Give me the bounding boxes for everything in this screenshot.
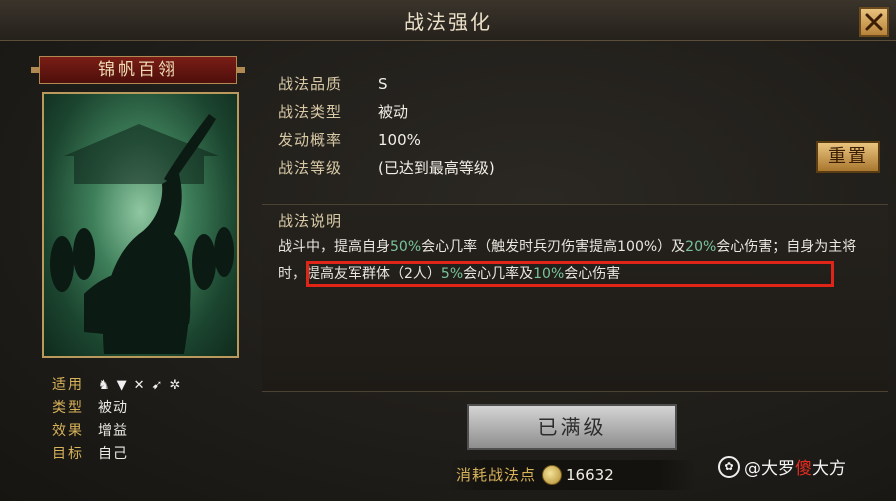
cost-value: 16632 — [566, 466, 614, 484]
close-button[interactable] — [859, 7, 889, 37]
skill-level-value: (已达到最高等级) — [378, 159, 495, 177]
max-level-button[interactable]: 已满级 — [467, 404, 677, 450]
skill-point-coin-icon — [542, 465, 563, 485]
target-label: 目标 — [52, 446, 84, 462]
description-title: 战法说明 — [278, 212, 343, 230]
skill-info: 战法品质 S 战法类型 被动 发动概率 100% 战法等级 (已达到最高等级) — [278, 70, 495, 182]
skill-stats: 适用 ♞ ▼ ✕ ➹ ✲ 类型 被动 效果 增益 目标 自己 — [52, 374, 242, 466]
effect-value: 增益 — [98, 423, 128, 439]
skill-point-cost: 消耗战法点 16632 — [448, 460, 696, 490]
applicable-icons: ♞ ▼ ✕ ➹ ✲ — [98, 374, 180, 397]
cost-label: 消耗战法点 — [456, 466, 537, 484]
description-panel — [262, 204, 888, 392]
shield-icon: ▼ — [116, 378, 127, 393]
description-text: 战斗中，提高自身50%会心几率（触发时兵刃伤害提高100%）及20%会心伤害；自… — [278, 239, 857, 282]
trigger-rate-label: 发动概率 — [278, 131, 343, 149]
skill-card-art — [42, 92, 239, 358]
rider-silhouette-art — [50, 114, 234, 354]
watermark-logo-icon: ✿ — [718, 455, 740, 478]
target-value: 自己 — [98, 446, 128, 462]
watermark: ✿ @大罗傻大方 — [718, 454, 846, 479]
skill-type-label: 战法类型 — [278, 103, 343, 121]
crossed-swords-icon: ✕ — [133, 378, 145, 393]
applicable-label: 适用 — [52, 377, 84, 393]
reset-button[interactable]: 重置 — [816, 141, 880, 173]
dialog-title: 战法强化 — [404, 10, 492, 34]
trigger-rate-value: 100% — [378, 131, 421, 149]
close-icon — [865, 13, 883, 31]
skill-name-plate: 锦帆百翎 — [31, 56, 245, 84]
type-label: 类型 — [52, 400, 84, 416]
skill-level-label: 战法等级 — [278, 159, 343, 177]
type-value: 被动 — [98, 400, 128, 416]
skill-type-value: 被动 — [378, 103, 409, 121]
title-bar: 战法强化 — [0, 0, 896, 41]
quality-label: 战法品质 — [278, 75, 343, 93]
spear-icon: ➹ — [151, 378, 163, 393]
effect-label: 效果 — [52, 423, 84, 439]
cavalry-icon: ♞ — [98, 378, 110, 393]
quality-value: S — [378, 75, 388, 93]
wheel-icon: ✲ — [169, 378, 181, 393]
